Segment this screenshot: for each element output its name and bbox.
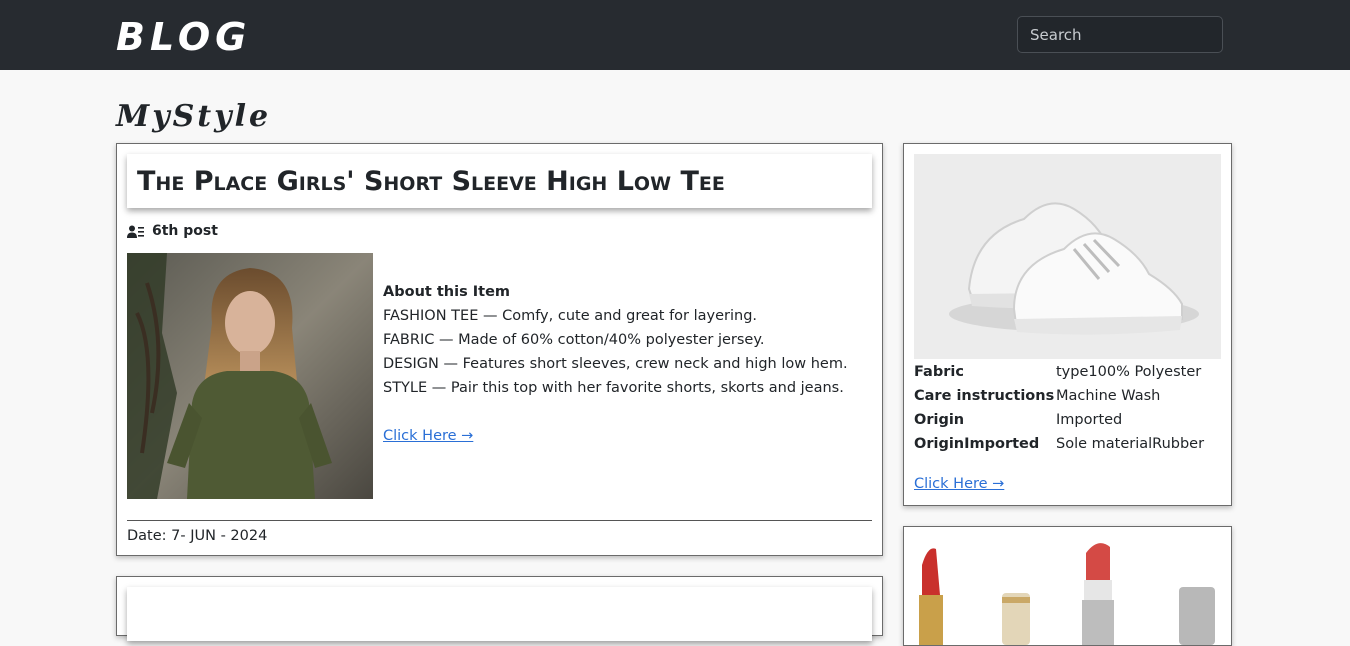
post-date: Date: 7- JUN - 2024 — [127, 528, 268, 544]
post-title-box: The Place Girls' Short Sleeve High Low T… — [127, 154, 872, 208]
search-input[interactable] — [1017, 16, 1223, 53]
post-number: 6th post — [152, 223, 218, 239]
next-post-title-box — [127, 587, 872, 641]
lipsticks-image — [914, 535, 1221, 645]
spec-value: Imported — [1056, 412, 1123, 428]
spec-row: OriginImported Sole materialRubber — [914, 432, 1204, 456]
spec-row: Care instructions Machine Wash — [914, 384, 1204, 408]
about-line: STYLE — Pair this top with her favorite … — [383, 380, 844, 396]
spec-value: type100% Polyester — [1056, 364, 1202, 380]
about-line: FASHION TEE — Comfy, cute and great for … — [383, 308, 758, 324]
about-line: DESIGN — Features short sleeves, crew ne… — [383, 356, 848, 372]
divider — [127, 520, 872, 521]
spec-value: Machine Wash — [1056, 388, 1161, 404]
spec-key: Origin — [914, 412, 965, 428]
about-section: About this Item FASHION TEE — Comfy, cut… — [383, 280, 863, 448]
next-post-card — [116, 576, 883, 641]
user-list-icon — [127, 225, 144, 238]
about-line: FABRIC — Made of 60% cotton/40% polyeste… — [383, 332, 765, 348]
post-meta: 6th post — [127, 221, 218, 241]
spec-key: Care instructions — [914, 388, 1055, 404]
spec-row: Fabric type100% Polyester — [914, 360, 1204, 384]
sidebar-click-here-link[interactable]: Click Here → — [914, 472, 1004, 496]
navbar: BLOG — [0, 0, 1350, 70]
spec-value: Sole materialRubber — [1056, 436, 1205, 452]
site-title: MyStyle — [116, 99, 272, 134]
spec-key: Fabric — [914, 364, 964, 380]
brand-logo[interactable]: BLOG — [116, 12, 251, 62]
post-title[interactable]: The Place Girls' Short Sleeve High Low T… — [127, 154, 872, 210]
post-image — [127, 253, 373, 499]
spec-key: OriginImported — [914, 436, 1040, 452]
spec-table: Fabric type100% Polyester Care instructi… — [914, 360, 1204, 456]
post-card: The Place Girls' Short Sleeve High Low T… — [116, 143, 883, 556]
spec-row: Origin Imported — [914, 408, 1204, 432]
sneakers-image — [914, 154, 1221, 359]
about-heading: About this Item — [383, 284, 511, 300]
sidebar-product-card: Fabric type100% Polyester Care instructi… — [903, 143, 1232, 506]
sidebar-product-card-2 — [903, 526, 1232, 646]
post-click-here-link[interactable]: Click Here → — [383, 424, 473, 448]
